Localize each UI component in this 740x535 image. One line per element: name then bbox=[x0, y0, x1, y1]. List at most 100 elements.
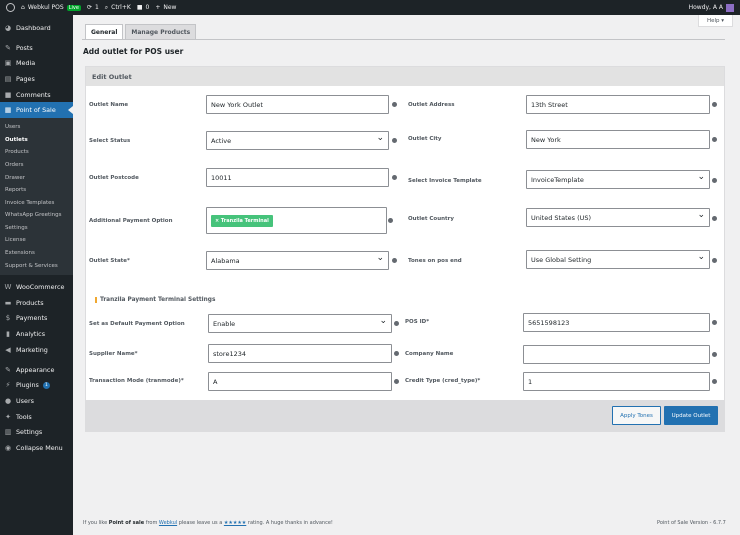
wordpress-logo[interactable] bbox=[6, 3, 15, 12]
sidebar-item-comments[interactable]: ■ Comments bbox=[0, 87, 73, 103]
help-tip-icon[interactable] bbox=[712, 178, 717, 183]
help-tip-icon[interactable] bbox=[394, 351, 399, 356]
help-tip-icon[interactable] bbox=[712, 258, 717, 263]
help-tip-icon[interactable] bbox=[712, 352, 717, 357]
tranmode-input[interactable]: A bbox=[208, 372, 392, 391]
postcode-input[interactable]: 10011 bbox=[206, 168, 389, 187]
submenu-item-license[interactable]: License bbox=[0, 234, 73, 247]
footer-from: from bbox=[145, 520, 158, 526]
selected-payment-tag[interactable]: × Tranzila Terminal bbox=[211, 214, 273, 227]
help-tip-icon[interactable] bbox=[712, 379, 717, 384]
outlet-address-input[interactable]: 13th Street bbox=[526, 95, 710, 114]
tones-select[interactable]: Use Global Setting bbox=[526, 250, 710, 269]
sidebar-item-marketing[interactable]: ◀ Marketing bbox=[0, 342, 73, 358]
sidebar-item-payments[interactable]: $ Payments bbox=[0, 311, 73, 327]
sidebar-item-media[interactable]: ▣ Media bbox=[0, 55, 73, 71]
submenu-item-reports[interactable]: Reports bbox=[0, 184, 73, 197]
submenu-item-products[interactable]: Products bbox=[0, 146, 73, 159]
pos-id-input[interactable]: 5651598123 bbox=[523, 313, 710, 332]
submenu-item-orders[interactable]: Orders bbox=[0, 159, 73, 172]
help-tip-icon[interactable] bbox=[388, 218, 393, 223]
page-title: Add outlet for POS user bbox=[83, 47, 184, 56]
sidebar-item-point-of-sale[interactable]: ▦ Point of Sale bbox=[0, 102, 73, 119]
submenu-item-support[interactable]: Support & Services bbox=[0, 260, 73, 273]
invoice-template-label: Select Invoice Template bbox=[408, 178, 482, 184]
sidebar-item-tools[interactable]: ✦ Tools bbox=[0, 409, 73, 425]
wrench-icon: ✦ bbox=[5, 412, 11, 421]
help-tip-icon[interactable] bbox=[392, 138, 397, 143]
apply-tones-button[interactable]: Apply Tones bbox=[612, 406, 661, 425]
supplier-name-input[interactable]: store1234 bbox=[208, 344, 392, 363]
invoice-template-select[interactable]: InvoiceTemplate bbox=[526, 170, 710, 189]
command-palette-link[interactable]: ⌕ Ctrl+K bbox=[105, 4, 131, 12]
settings-icon: ▥ bbox=[4, 428, 12, 437]
help-tip-icon[interactable] bbox=[392, 258, 397, 263]
default-payment-select[interactable]: Enable bbox=[208, 314, 392, 333]
footer-product: Point of sale bbox=[108, 520, 145, 526]
outlet-name-input[interactable]: New York Outlet bbox=[206, 95, 389, 114]
dashboard-icon: ◕ bbox=[4, 23, 12, 32]
updates-link[interactable]: ⟳ 1 bbox=[87, 4, 99, 11]
woocommerce-icon: W bbox=[4, 283, 12, 292]
brush-icon: ✎ bbox=[5, 365, 11, 374]
submenu-item-whatsapp-greetings[interactable]: WhatsApp Greetings bbox=[0, 209, 73, 222]
submenu-item-settings[interactable]: Settings bbox=[0, 222, 73, 235]
submenu-item-outlets[interactable]: Outlets bbox=[0, 134, 73, 147]
company-name-input[interactable] bbox=[523, 345, 710, 364]
sidebar-item-pages[interactable]: ▤ Pages bbox=[0, 71, 73, 87]
collapse-menu-button[interactable]: ◉ Collapse Menu bbox=[0, 440, 73, 456]
sidebar-item-users[interactable]: ● Users bbox=[0, 393, 73, 409]
megaphone-icon: ◀ bbox=[5, 345, 11, 354]
chart-icon: ▮ bbox=[6, 330, 10, 339]
sidebar-item-appearance[interactable]: ✎ Appearance bbox=[0, 362, 73, 378]
site-name-link[interactable]: ⌂ Webkul POS Live bbox=[21, 4, 81, 11]
new-label: New bbox=[163, 4, 177, 11]
comments-link[interactable]: ■ 0 bbox=[137, 4, 150, 11]
new-content-link[interactable]: + New bbox=[155, 4, 176, 11]
vendor-link[interactable]: Webkul bbox=[159, 520, 177, 526]
tab-general[interactable]: General bbox=[85, 24, 124, 39]
media-icon: ▣ bbox=[4, 59, 12, 68]
sidebar-item-analytics[interactable]: ▮ Analytics bbox=[0, 326, 73, 342]
help-tip-icon[interactable] bbox=[392, 102, 397, 107]
submenu-item-users[interactable]: Users bbox=[0, 121, 73, 134]
outlet-address-label: Outlet Address bbox=[408, 102, 455, 108]
rating-stars-link[interactable]: ★★★★★ bbox=[224, 520, 246, 526]
tones-label: Tones on pos end bbox=[408, 258, 462, 264]
help-tip-icon[interactable] bbox=[712, 216, 717, 221]
update-outlet-button[interactable]: Update Outlet bbox=[664, 406, 718, 425]
country-select[interactable]: United States (US) bbox=[526, 208, 710, 227]
sidebar-item-products[interactable]: ▬ Products bbox=[0, 295, 73, 311]
help-tip-icon[interactable] bbox=[712, 102, 717, 107]
sidebar-item-label: Appearance bbox=[16, 365, 55, 374]
outlet-city-input[interactable]: New York bbox=[526, 130, 710, 149]
cart-icon: ▦ bbox=[4, 106, 12, 115]
credit-type-input[interactable]: 1 bbox=[523, 372, 710, 391]
payment-option-multiselect[interactable]: × Tranzila Terminal bbox=[206, 207, 387, 234]
sidebar-item-label: Users bbox=[16, 396, 34, 405]
help-tip-icon[interactable] bbox=[712, 320, 717, 325]
submenu-item-extensions[interactable]: Extensions bbox=[0, 247, 73, 260]
submenu-item-drawer[interactable]: Drawer bbox=[0, 172, 73, 185]
help-tip-icon[interactable] bbox=[394, 321, 399, 326]
tab-manage-products[interactable]: Manage Products bbox=[125, 24, 197, 39]
version-text: Point of Sale Version - 6.7.7 bbox=[657, 520, 726, 526]
default-payment-label: Set as Default Payment Option bbox=[89, 321, 185, 327]
sidebar-item-woocommerce[interactable]: W WooCommerce bbox=[0, 279, 73, 295]
status-select[interactable]: Active bbox=[206, 131, 389, 150]
howdy-label: Howdy, A A bbox=[688, 4, 723, 11]
search-icon: ⌕ bbox=[104, 3, 109, 11]
status-label: Select Status bbox=[89, 138, 131, 144]
shortcut-label: Ctrl+K bbox=[111, 4, 131, 11]
help-tip-icon[interactable] bbox=[712, 137, 717, 142]
state-select[interactable]: Alabama bbox=[206, 251, 389, 270]
help-tip-icon[interactable] bbox=[394, 379, 399, 384]
account-menu[interactable]: Howdy, A A bbox=[688, 3, 734, 12]
sidebar-item-settings[interactable]: ▥ Settings bbox=[0, 424, 73, 440]
submenu-item-invoice-templates[interactable]: Invoice Templates bbox=[0, 197, 73, 210]
sidebar-item-dashboard[interactable]: ◕ Dashboard bbox=[0, 20, 73, 36]
sidebar-item-plugins[interactable]: ⚡ Plugins 1 bbox=[0, 377, 73, 393]
help-tip-icon[interactable] bbox=[392, 175, 397, 180]
sidebar-item-posts[interactable]: ✎ Posts bbox=[0, 40, 73, 56]
help-button[interactable]: Help ▾ bbox=[698, 15, 733, 27]
